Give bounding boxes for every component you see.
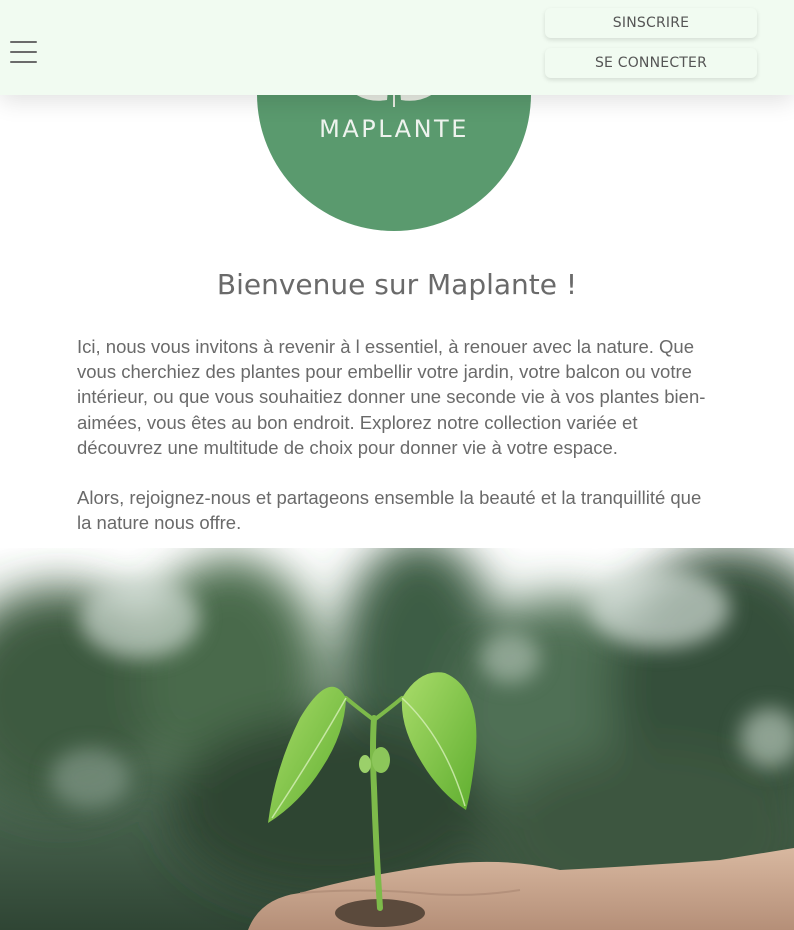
join-paragraph: Alors, rejoignez-nous et partageons ense… (77, 487, 702, 534)
login-button[interactable]: SE CONNECTER (545, 48, 757, 78)
hamburger-menu-icon[interactable] (10, 40, 37, 64)
signup-button[interactable]: SINSCRIRE (545, 8, 757, 38)
intro-paragraph: Ici, nous vous invitons à revenir à l es… (77, 336, 706, 458)
logo-text: MAPLANTE (319, 115, 469, 143)
page: MAPLANTE SINSCRIRE SE CONNECTER Bienvenu… (0, 0, 794, 930)
welcome-title: Bienvenue sur Maplante ! (216, 268, 578, 301)
seedling-hero-image (0, 548, 794, 930)
top-header: SINSCRIRE SE CONNECTER (0, 0, 794, 95)
